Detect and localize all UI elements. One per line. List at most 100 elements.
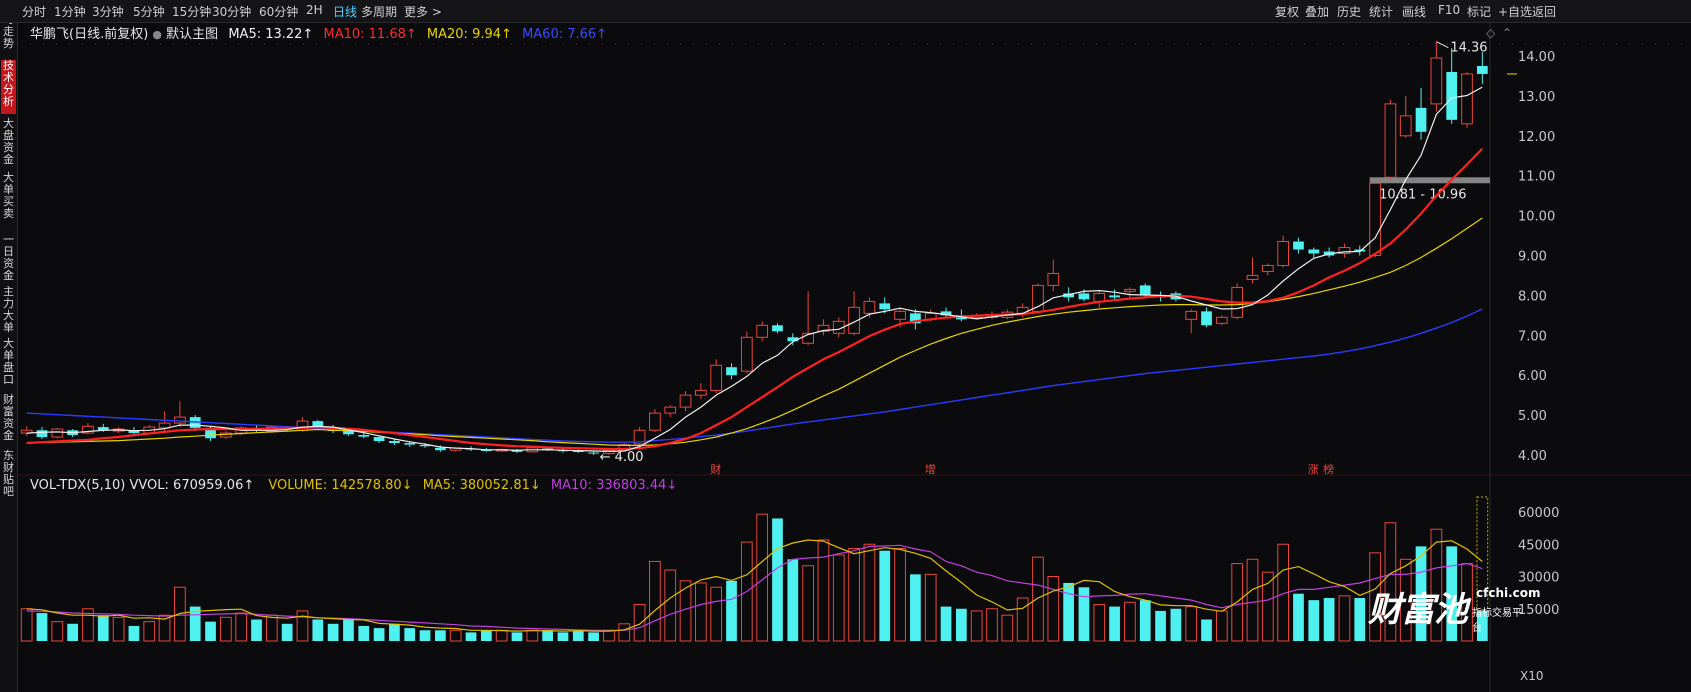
volume-bar-up (1261, 571, 1274, 642)
candle-down (404, 443, 416, 445)
volume-bar-up (802, 565, 814, 642)
gap-label: 10.81 - 10.96 (1379, 187, 1466, 202)
volume-bar-up (51, 621, 64, 642)
candle-up (174, 416, 186, 424)
price-tick-label: 14.00 (1518, 50, 1555, 65)
chevron-up-icon: ⌃ (1502, 26, 1512, 40)
period-tab-4[interactable]: 15分钟 (172, 3, 211, 20)
price-tick-label: 9.00 (1518, 250, 1547, 265)
candle-up (1384, 103, 1397, 178)
stock-name-label[interactable]: 华鹏飞(日线.前复权) (30, 27, 148, 42)
candle-down (435, 447, 446, 451)
volume-label: VOLUME: 142578.80↓ (268, 478, 413, 493)
toolbar-button-4[interactable]: 画线 (1402, 3, 1426, 20)
toolbar-button-1[interactable]: 叠加 (1305, 3, 1329, 20)
candle-down (373, 437, 385, 442)
period-tab-2[interactable]: 3分钟 (92, 3, 124, 20)
toolbar: 分时 1分钟 3分钟 5分钟 15分钟 30分钟 60分钟 2H 日线 多周期 更多 > 复权 叠加 历史… (0, 0, 1691, 23)
candle-down (1476, 65, 1488, 74)
nav-tab-2[interactable]: 大盘资金 (1, 118, 16, 170)
volume-bar-down (358, 625, 370, 641)
period-tab-1[interactable]: 1分钟 (54, 3, 86, 20)
volume-bar-down (1170, 608, 1182, 641)
volume-bar-down (1139, 600, 1151, 641)
candle-down (343, 431, 354, 435)
volume-bar-down (327, 623, 339, 641)
volume-bar-down (373, 628, 385, 641)
candle-down (879, 303, 891, 310)
period-tab-3[interactable]: 5分钟 (133, 3, 165, 20)
toolbar-button-0[interactable]: 复权 (1275, 3, 1299, 20)
volume-bar-down (542, 630, 554, 641)
volume-bar-down (404, 628, 416, 641)
price-tick-label: 7.00 (1518, 329, 1547, 344)
volume-bar-down (726, 580, 737, 641)
candle-down (1415, 107, 1427, 132)
candle-down (726, 367, 737, 376)
volume-bar-down (343, 619, 354, 641)
candle-down (1308, 249, 1320, 254)
nav-tab-1[interactable]: 技术分析 (1, 60, 16, 114)
volume-bar-down (480, 630, 492, 641)
price-tick-label: 13.00 (1518, 90, 1555, 105)
volume-bar-up (633, 603, 646, 642)
nav-tab-8[interactable]: 东财贴吧 (1, 450, 16, 500)
toolbar-button-8[interactable]: 返回 (1532, 3, 1556, 20)
candle-up (756, 324, 769, 338)
period-tab-5[interactable]: 30分钟 (212, 3, 251, 20)
candle-up (1093, 292, 1106, 302)
candle-down (1078, 293, 1090, 300)
vol-indicator-name[interactable]: VOL-TDX(5,10) (30, 478, 125, 493)
candle-up (1261, 264, 1274, 272)
candle-up (1461, 73, 1473, 125)
volume-bar-up (664, 569, 677, 642)
volume-tick-label: 45000 (1518, 538, 1559, 553)
volume-bar-up (848, 548, 860, 642)
volume-bar-up (1185, 606, 1198, 642)
volume-bar-up (1001, 614, 1014, 642)
candle-up (158, 422, 171, 429)
price-tick-label: 12.00 (1518, 130, 1555, 145)
volume-bar-down (557, 632, 569, 641)
period-tab-0[interactable]: 分时 (22, 3, 46, 20)
nav-tab-6[interactable]: 大单盘口 (1, 338, 16, 392)
volume-bar-down (1308, 600, 1320, 641)
toolbar-button-2[interactable]: 历史 (1337, 3, 1361, 20)
gap-band (1369, 177, 1490, 184)
period-tab-8[interactable]: 日线 (333, 3, 357, 20)
period-tab-7[interactable]: 2H (306, 3, 323, 17)
volume-bar-up (1093, 603, 1106, 642)
ma20-line (26, 217, 1483, 446)
volume-bar-up (235, 612, 248, 642)
volume-bar-up (618, 623, 631, 642)
period-tab-6[interactable]: 60分钟 (259, 3, 298, 20)
watermark-sub: 指标交易平台 (1472, 608, 1522, 634)
volume-bar-down (435, 630, 446, 641)
nav-tab-3[interactable]: 大单买卖 (1, 172, 16, 230)
nav-tab-5[interactable]: 主力大单 (1, 286, 16, 336)
volume-bar-up (970, 610, 983, 642)
volume-bar-down (787, 559, 799, 641)
volume-bar-down (97, 615, 109, 641)
main-legend: 华鹏飞(日线.前复权) ● 默认主图 MA5: 13.22↑ MA10: 11.… (30, 23, 607, 42)
volume-bar-down (1354, 598, 1366, 641)
ma10-label: MA10: 11.68↑ (323, 27, 417, 42)
toolbar-button-7[interactable]: +自选 (1498, 3, 1532, 20)
toolbar-button-3[interactable]: 统计 (1369, 3, 1393, 20)
volume-bar-up (449, 629, 462, 642)
template-label[interactable]: 默认主图 (166, 27, 218, 42)
ma60-label: MA60: 7.66↑ (522, 27, 608, 42)
dropdown-icon[interactable]: ● (152, 28, 162, 41)
volume-bar-up (1124, 601, 1136, 642)
candle-up (1016, 306, 1029, 314)
toolbar-button-6[interactable]: 标记 (1467, 3, 1491, 20)
period-tab-10[interactable]: 更多 > (404, 3, 442, 20)
ma20-label: MA20: 9.94↑ (426, 27, 512, 42)
ma10-line (26, 147, 1484, 451)
volume-bar-down (128, 625, 140, 641)
nav-tab-7[interactable]: 财富资金 (1, 394, 16, 448)
nav-tab-4[interactable]: 一日资金 (1, 234, 16, 284)
period-tab-9[interactable]: 多周期 (361, 3, 397, 20)
toolbar-button-5[interactable]: F10 (1438, 3, 1460, 17)
vol-ma5-label: MA5: 380052.81↓ (422, 478, 541, 493)
